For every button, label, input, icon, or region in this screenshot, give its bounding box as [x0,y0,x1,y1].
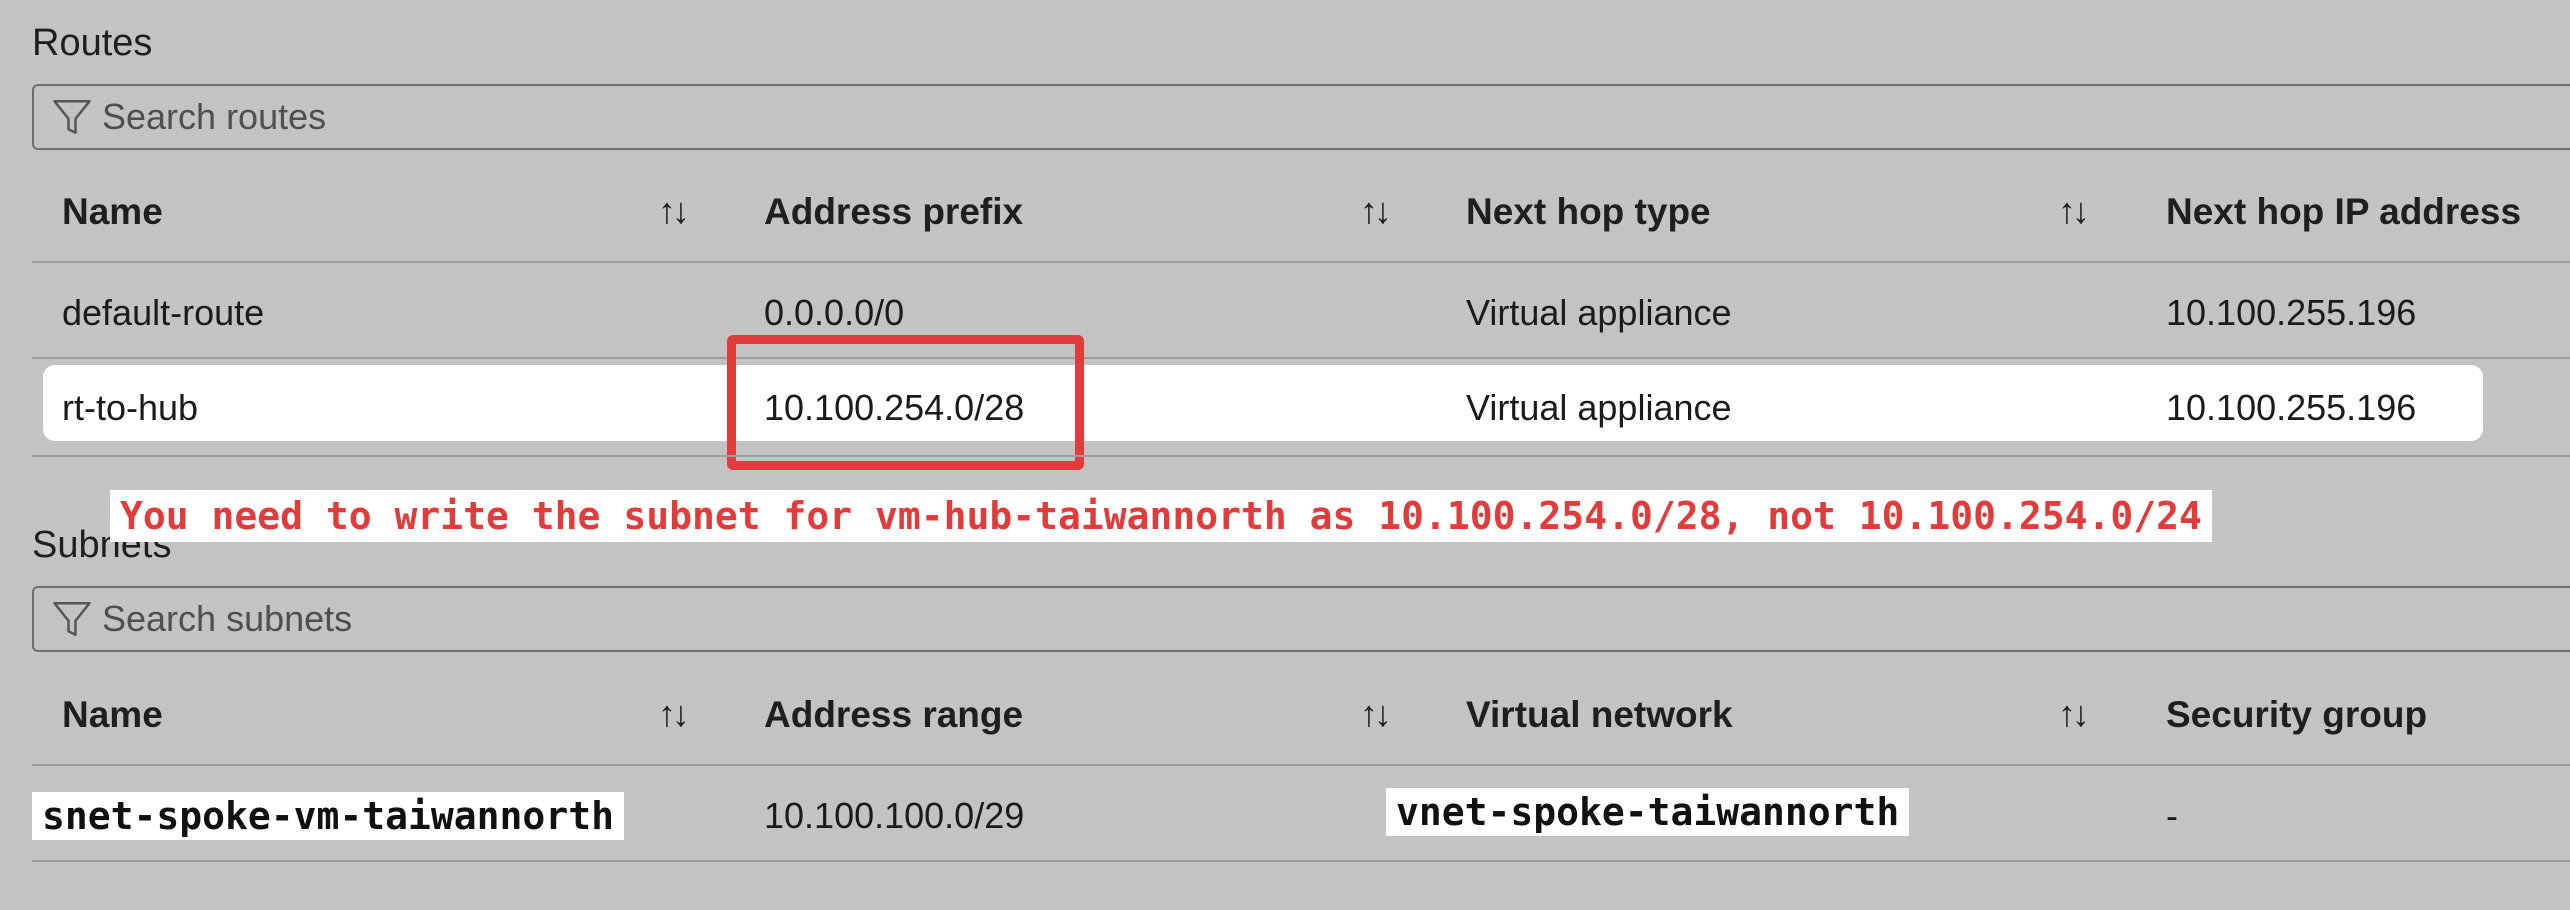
annotation-highlight-box [727,335,1084,470]
route-name-cell[interactable]: default-route [62,295,264,331]
annotation-note: You need to write the subnet for vm-hub-… [110,490,2212,542]
routes-col-address-prefix[interactable]: Address prefix [764,193,1023,230]
filter-icon [50,597,94,641]
subnets-search-input[interactable]: Search subnets [102,598,352,640]
subnet-name-cell[interactable]: snet-spoke-vm-taiwannorth [32,792,624,840]
subnets-col-address-range[interactable]: Address range [764,696,1023,733]
subnets-col-virtual-network[interactable]: Virtual network [1466,696,1733,733]
subnets-col-security-group[interactable]: Security group [2166,696,2427,733]
subnets-search-box[interactable]: Search subnets [32,586,2570,652]
sort-icon[interactable]: ↑↓ [2058,696,2090,732]
routes-col-next-hop-ip[interactable]: Next hop IP address [2166,193,2521,230]
sort-icon[interactable]: ↑↓ [2058,193,2090,229]
route-next-hop-type-cell: Virtual appliance [1466,387,1732,428]
routes-row-divider [32,357,2570,359]
sort-icon[interactable]: ↑↓ [658,696,690,732]
table-row-highlight[interactable] [43,365,2483,441]
routes-col-next-hop-type[interactable]: Next hop type [1466,193,1711,230]
subnets-header-divider [32,764,2570,766]
routes-col-name[interactable]: Name [62,193,163,230]
sort-icon[interactable]: ↑↓ [1360,193,1392,229]
routes-section-title: Routes [32,22,153,64]
routes-search-box[interactable]: Search routes [32,84,2570,150]
sort-icon[interactable]: ↑↓ [658,193,690,229]
sort-icon[interactable]: ↑↓ [1360,696,1392,732]
routes-bottom-divider [32,455,2570,457]
route-name-cell[interactable]: rt-to-hub [62,390,198,426]
routes-header-divider [32,261,2570,263]
route-next-hop-type-cell: Virtual appliance [1466,292,1732,333]
route-next-hop-ip-cell: 10.100.255.196 [2166,387,2417,428]
subnet-address-range-cell: 10.100.100.0/29 [764,795,1025,836]
subnets-bottom-divider [32,860,2570,862]
filter-icon [50,95,94,139]
subnet-virtual-network-cell[interactable]: vnet-spoke-taiwannorth [1386,788,1910,836]
subnet-security-group-cell: - [2166,795,2178,836]
routes-search-input[interactable]: Search routes [102,96,326,138]
subnets-col-name[interactable]: Name [62,696,163,733]
route-next-hop-ip-cell: 10.100.255.196 [2166,292,2417,333]
route-prefix-cell: 0.0.0.0/0 [764,292,905,333]
